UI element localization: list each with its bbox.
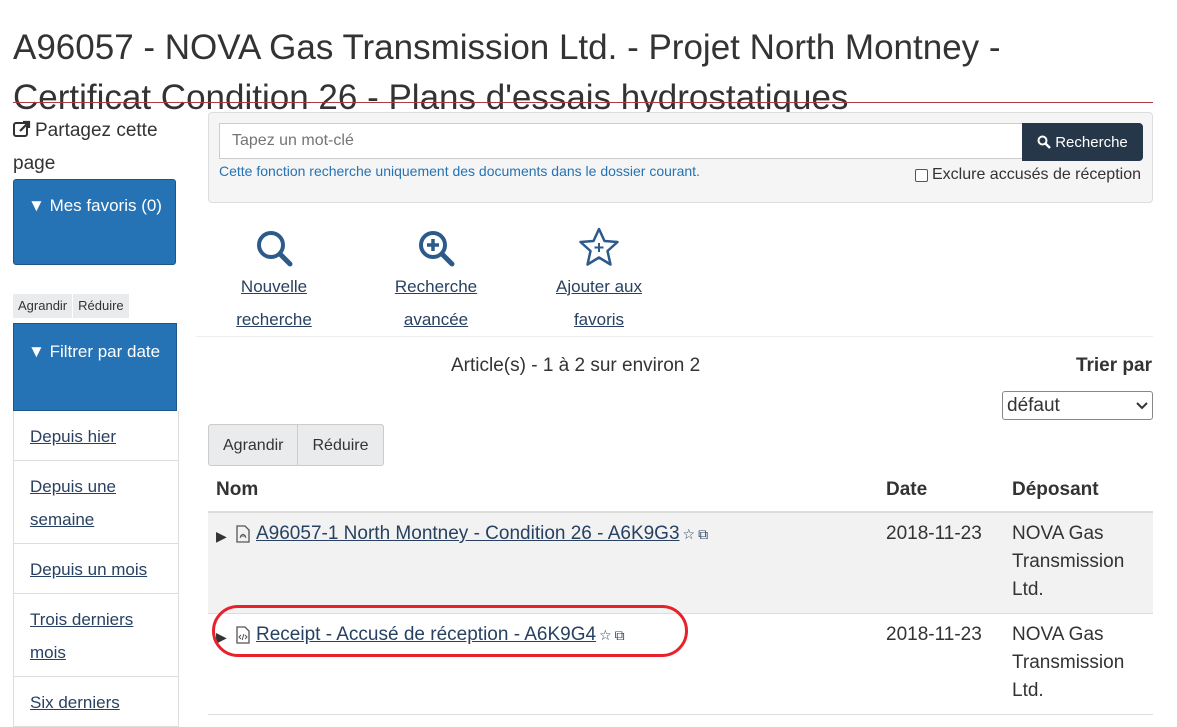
column-header-depositor[interactable]: Déposant (1004, 479, 1153, 501)
magnifier-icon (257, 231, 293, 267)
copy-icon[interactable]: ⧉ (615, 627, 625, 643)
sidebar-expand-collapse: Agrandir Réduire (13, 294, 130, 318)
expand-triangle-icon[interactable]: ▶ (216, 522, 230, 550)
sidebar-expand-button[interactable]: Agrandir (13, 294, 74, 318)
date-filter-list: Depuis hier Depuis une semaine Depuis un… (13, 411, 179, 727)
filter-since-yesterday[interactable]: Depuis hier (30, 427, 116, 446)
column-header-date[interactable]: Date (878, 479, 1004, 501)
date-cell: 2018-11-23 (886, 624, 982, 645)
filter-three-months[interactable]: Trois derniers mois (30, 610, 133, 662)
sort-select[interactable]: défaut (1002, 391, 1153, 420)
search-icon (1037, 135, 1052, 149)
filter-date-label: Filtrer par date (49, 342, 161, 361)
zoom-in-icon (419, 231, 455, 267)
filter-six-months[interactable]: Six derniers (30, 693, 120, 712)
favorites-label: Mes favoris (0) (49, 196, 162, 215)
copy-icon[interactable]: ⧉ (698, 526, 708, 542)
table-header: Nom Date Déposant (208, 468, 1153, 513)
search-button[interactable]: Recherche (1022, 123, 1143, 161)
exclude-receipts-checkbox[interactable] (915, 168, 928, 182)
triangle-down-icon: ▼ (28, 196, 45, 215)
favorites-panel[interactable]: ▼ Mes favoris (0) (13, 179, 176, 265)
add-favorites-link[interactable]: Ajouter aux favoris (556, 277, 642, 329)
advanced-search-link[interactable]: Recherche avancée (395, 277, 477, 329)
new-search-action[interactable]: Nouvelle recherche (214, 222, 334, 336)
share-link[interactable]: Partagez cette page (13, 114, 183, 180)
pdf-file-icon (236, 525, 250, 543)
document-link[interactable]: Receipt - Accusé de réception - A6K9G4 (256, 624, 596, 645)
filter-date-panel[interactable]: ▼ Filtrer par date (13, 323, 177, 411)
code-file-icon (236, 626, 250, 644)
filter-since-month[interactable]: Depuis un mois (30, 560, 147, 579)
chevron-down-icon (1136, 401, 1148, 409)
add-favorites-action[interactable]: Ajouter aux favoris (539, 222, 659, 336)
sort-label: Trier par (1075, 355, 1152, 376)
results-expand-button[interactable]: Agrandir (209, 425, 297, 465)
star-icon[interactable]: ☆ (683, 526, 696, 542)
exclude-receipts-label: Exclure accusés de réception (932, 166, 1141, 183)
title-divider (13, 102, 1153, 103)
depositor-cell: NOVA Gas Transmission Ltd. (1012, 523, 1125, 600)
section-divider (196, 336, 1153, 337)
search-input[interactable] (219, 123, 1023, 159)
share-icon (13, 120, 31, 137)
filter-item: Depuis un mois (14, 544, 178, 594)
filter-item: Depuis hier (14, 411, 178, 461)
search-button-label: Recherche (1055, 133, 1128, 151)
expand-triangle-icon[interactable]: ▶ (216, 623, 230, 651)
star-icon[interactable]: ☆ (599, 627, 612, 643)
page-title: A96057 - NOVA Gas Transmission Ltd. - Pr… (13, 28, 1001, 118)
share-label: Partagez cette page (13, 120, 158, 174)
name-cell: ▶ A96057-1 North Montney - Condition 26 … (208, 513, 878, 613)
search-help-text: Cette fonction recherche uniquement des … (219, 163, 700, 179)
document-link[interactable]: A96057-1 North Montney - Condition 26 - … (256, 523, 680, 544)
results-collapse-button[interactable]: Réduire (297, 425, 382, 465)
sidebar-collapse-button[interactable]: Réduire (73, 294, 130, 318)
filter-item: Six derniers (14, 677, 178, 727)
new-search-link[interactable]: Nouvelle recherche (236, 277, 312, 329)
filter-item: Depuis une semaine (14, 461, 178, 544)
triangle-down-icon: ▼ (28, 342, 45, 361)
date-cell: 2018-11-23 (886, 523, 982, 544)
results-expand-collapse: Agrandir Réduire (208, 424, 384, 466)
search-panel: Recherche Cette fonction recherche uniqu… (208, 112, 1153, 203)
depositor-cell: NOVA Gas Transmission Ltd. (1012, 624, 1125, 701)
filter-since-week[interactable]: Depuis une semaine (30, 477, 116, 529)
table-row: ▶ Receipt - Accusé de réception - A6K9G4… (208, 614, 1153, 715)
results-count: Article(s) - 1 à 2 sur environ 2 (451, 355, 701, 376)
column-header-name[interactable]: Nom (208, 479, 878, 501)
star-plus-icon (579, 227, 619, 266)
name-cell: ▶ Receipt - Accusé de réception - A6K9G4… (208, 614, 878, 714)
advanced-search-action[interactable]: Recherche avancée (376, 222, 496, 336)
sort-select-value: défaut (1007, 394, 1060, 416)
results-table: Nom Date Déposant ▶ A96057-1 North Montn… (208, 468, 1153, 715)
filter-item: Trois derniers mois (14, 594, 178, 677)
table-row: ▶ A96057-1 North Montney - Condition 26 … (208, 513, 1153, 614)
exclude-receipts-option[interactable]: Exclure accusés de réception (915, 166, 1141, 184)
